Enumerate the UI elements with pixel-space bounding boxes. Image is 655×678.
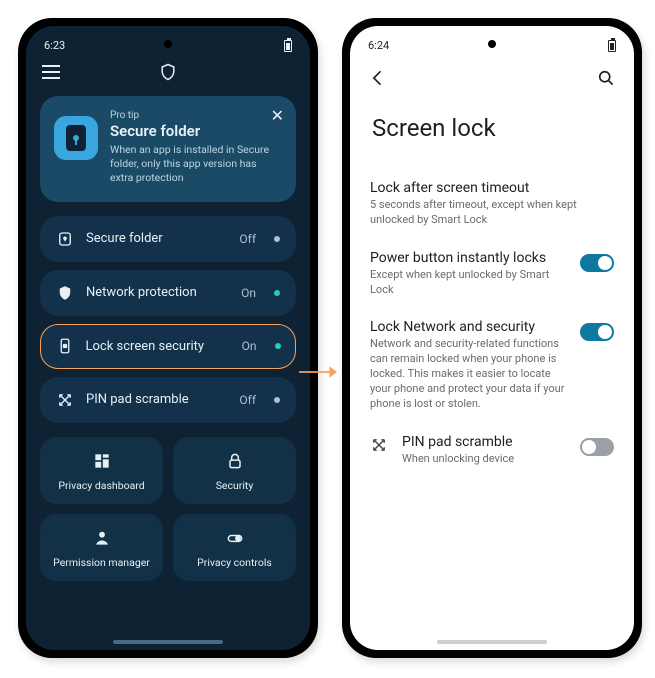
toggles-icon bbox=[225, 528, 245, 548]
setting-title: Lock after screen timeout bbox=[370, 180, 614, 196]
setting-label: Secure folder bbox=[86, 231, 163, 246]
setting-subtitle: Network and security-related functions c… bbox=[370, 337, 566, 411]
search-icon[interactable] bbox=[596, 68, 616, 88]
battery-icon bbox=[608, 40, 616, 52]
dashboard-icon bbox=[92, 451, 112, 471]
app-topbar bbox=[26, 54, 310, 86]
toggle-switch[interactable] bbox=[580, 254, 614, 272]
person-icon bbox=[92, 528, 112, 548]
tip-eyebrow: Pro tip bbox=[110, 110, 282, 121]
setting-label: Network protection bbox=[86, 285, 197, 300]
home-indicator[interactable] bbox=[437, 640, 547, 644]
close-icon[interactable]: ✕ bbox=[271, 106, 284, 125]
setting-title: Lock Network and security bbox=[370, 319, 566, 335]
tile-label: Privacy controls bbox=[197, 556, 272, 569]
tile-label: Privacy dashboard bbox=[58, 479, 144, 492]
menu-icon[interactable] bbox=[42, 62, 62, 82]
setting-row-lock-screen-security[interactable]: Lock screen security On bbox=[40, 324, 296, 369]
tile-privacy-dashboard[interactable]: Privacy dashboard bbox=[40, 437, 163, 504]
tip-description: When an app is installed in Secure folde… bbox=[110, 143, 282, 186]
setting-status: Off bbox=[239, 393, 256, 407]
setting-status: Off bbox=[239, 232, 256, 246]
scramble-icon bbox=[370, 435, 388, 453]
status-time: 6:24 bbox=[368, 39, 389, 52]
screen-lock-settings-screen: 6:24 Screen lock Lock after screen timeo… bbox=[350, 26, 634, 650]
camera-dot bbox=[488, 40, 496, 48]
setting-subtitle: Except when kept unlocked by Smart Lock bbox=[370, 268, 566, 298]
setting-row-secure-folder[interactable]: Secure folder Off bbox=[40, 216, 296, 262]
tile-security[interactable]: Security bbox=[173, 437, 296, 504]
status-dot-icon bbox=[275, 343, 281, 349]
tile-permission-manager[interactable]: Permission manager bbox=[40, 514, 163, 581]
tip-text: Pro tip Secure folder When an app is ins… bbox=[110, 110, 282, 186]
setting-title: PIN pad scramble bbox=[402, 434, 566, 450]
status-dot-icon bbox=[274, 236, 280, 242]
quick-tiles: Privacy dashboard Security Permission mana… bbox=[40, 437, 296, 581]
pro-tip-card[interactable]: ✕ Pro tip Secure folder When an app is i… bbox=[40, 96, 296, 202]
shield-icon bbox=[56, 284, 74, 302]
setting-status: On bbox=[241, 286, 256, 300]
setting-row-network-protection[interactable]: Network protection On bbox=[40, 270, 296, 316]
app-topbar bbox=[350, 54, 634, 92]
camera-dot bbox=[164, 40, 172, 48]
phone-right: 6:24 Screen lock Lock after screen timeo… bbox=[342, 18, 642, 658]
setting-row-pin-pad-scramble[interactable]: PIN pad scramble Off bbox=[40, 377, 296, 423]
tile-privacy-controls[interactable]: Privacy controls bbox=[173, 514, 296, 581]
secure-folder-icon bbox=[56, 230, 74, 248]
secure-folder-hero-icon bbox=[54, 116, 98, 160]
setting-title: Power button instantly locks bbox=[370, 250, 566, 266]
tile-label: Security bbox=[216, 479, 254, 492]
setting-power-button-instantly-locks[interactable]: Power button instantly locks Except when … bbox=[350, 240, 634, 310]
phone-left: 6:23 ✕ Pro tip Secure folder When an app… bbox=[18, 18, 318, 658]
setting-pin-pad-scramble[interactable]: PIN pad scramble When unlocking device bbox=[350, 424, 634, 479]
page-title: Screen lock bbox=[372, 114, 612, 142]
setting-label: Lock screen security bbox=[86, 339, 205, 354]
setting-subtitle: When unlocking device bbox=[402, 452, 566, 467]
battery-icon bbox=[284, 40, 292, 52]
back-icon[interactable] bbox=[368, 68, 388, 88]
home-indicator[interactable] bbox=[113, 640, 223, 644]
phone-lock-icon bbox=[56, 337, 74, 355]
security-home-screen: 6:23 ✕ Pro tip Secure folder When an app… bbox=[26, 26, 310, 650]
lock-icon bbox=[225, 451, 245, 471]
setting-lock-after-screen-timeout[interactable]: Lock after screen timeout 5 seconds after… bbox=[350, 170, 634, 240]
status-time: 6:23 bbox=[44, 39, 65, 52]
status-dot-icon bbox=[274, 397, 280, 403]
setting-label: PIN pad scramble bbox=[86, 392, 189, 407]
toggle-switch[interactable] bbox=[580, 323, 614, 341]
shield-icon bbox=[158, 62, 178, 82]
scramble-icon bbox=[56, 391, 74, 409]
status-dot-icon bbox=[274, 290, 280, 296]
toggle-switch[interactable] bbox=[580, 438, 614, 456]
tile-label: Permission manager bbox=[53, 556, 150, 569]
setting-subtitle: 5 seconds after timeout, except when kep… bbox=[370, 198, 614, 228]
tip-title: Secure folder bbox=[110, 122, 282, 140]
setting-lock-network-and-security[interactable]: Lock Network and security Network and sec… bbox=[350, 309, 634, 423]
setting-status: On bbox=[242, 339, 257, 353]
